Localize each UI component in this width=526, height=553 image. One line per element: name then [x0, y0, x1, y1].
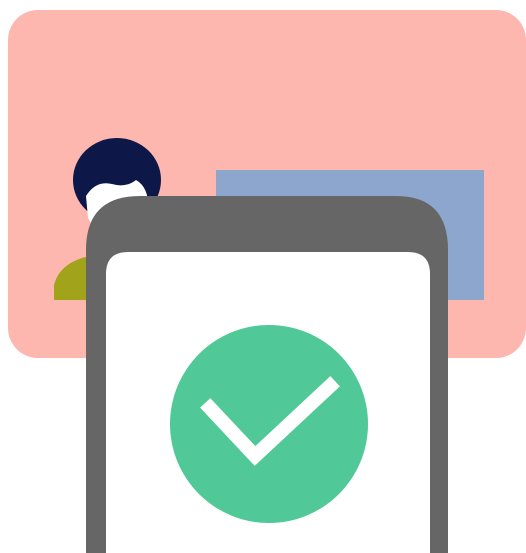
illustration-svg	[8, 10, 526, 553]
check-circle	[170, 325, 368, 523]
verification-illustration	[0, 0, 526, 553]
success-check-icon	[170, 325, 368, 523]
